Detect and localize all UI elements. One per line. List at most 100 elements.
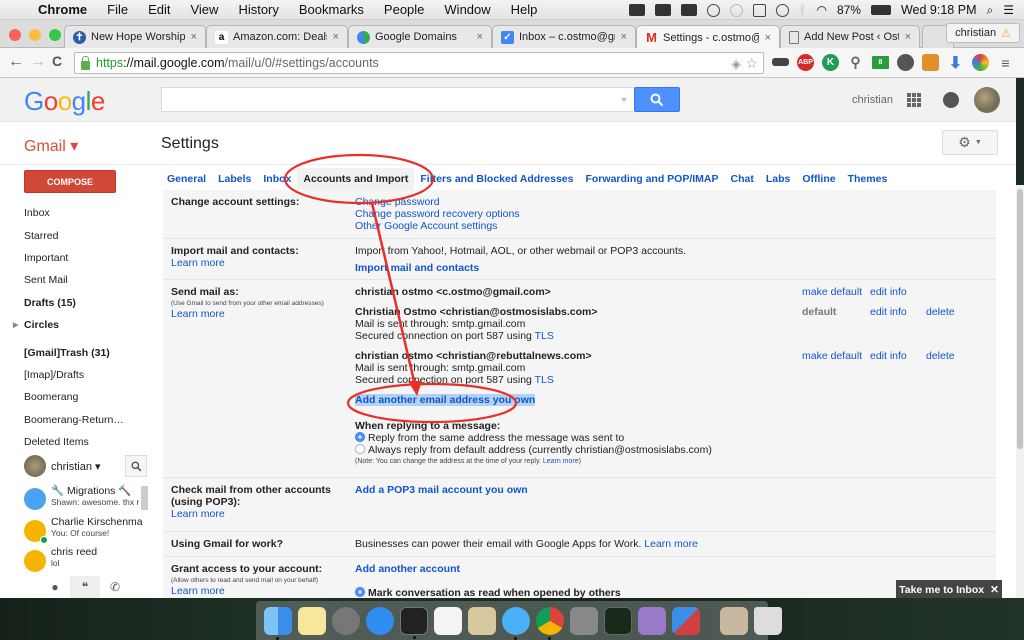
bike-ext-icon[interactable] (922, 54, 939, 71)
learn-more-link[interactable]: Learn more (171, 585, 351, 597)
settings-gear-button[interactable]: ⚙ ▼ (942, 130, 998, 155)
counter-ext-icon[interactable]: 8 (872, 56, 889, 69)
learn-more-link[interactable]: Learn more (171, 308, 351, 320)
hangouts-icon[interactable]: ❝ (70, 576, 100, 598)
zoom-window-button[interactable] (49, 29, 61, 41)
close-tab-icon[interactable]: × (621, 31, 627, 43)
display-status-icon[interactable] (681, 4, 698, 16)
radio-selected[interactable] (355, 432, 365, 442)
launchpad-icon[interactable] (332, 606, 360, 635)
finder-icon[interactable] (264, 606, 292, 640)
radio-selected[interactable] (355, 587, 365, 597)
minimize-window-button[interactable] (29, 29, 41, 41)
chat-search-button[interactable] (125, 455, 147, 477)
apps-grid-icon[interactable] (907, 93, 921, 107)
expand-arrow-icon[interactable]: ▶ (13, 321, 18, 329)
add-pop3-account-link[interactable]: Add a POP3 mail account you own (355, 484, 528, 496)
system-preferences-icon[interactable] (570, 606, 598, 635)
tab-forwarding[interactable]: Forwarding and POP/IMAP (579, 168, 724, 190)
trash-icon[interactable] (754, 606, 782, 635)
tab-accounts-and-import[interactable]: Accounts and Import (297, 168, 415, 190)
tab-offline[interactable]: Offline (796, 168, 841, 190)
sidebar-item-deleted-items[interactable]: Deleted Items (0, 431, 150, 453)
address-bar[interactable]: https ://mail.google.com /mail/u/0/#sett… (74, 52, 764, 74)
chrome-icon[interactable] (536, 606, 564, 640)
sidebar-item-circles[interactable]: ▶ Circles (0, 314, 150, 336)
learn-more-link[interactable]: Learn more (171, 257, 351, 269)
battery-icon[interactable] (870, 5, 891, 15)
sidebar-item-starred[interactable]: Starred (0, 224, 150, 246)
close-tab-icon[interactable]: × (191, 31, 197, 43)
google-logo[interactable]: Google (24, 86, 105, 117)
learn-more-link[interactable]: Learn more (543, 458, 579, 465)
chat-contact[interactable]: Charlie Kirschenma You: Of course! (24, 516, 143, 548)
mail-search-input[interactable] (161, 87, 636, 112)
forward-icon[interactable]: → (30, 53, 46, 71)
reply-option[interactable]: Reply from the same address the message … (355, 432, 985, 444)
reply-option[interactable]: Always reply from default address (curre… (355, 444, 985, 456)
tab-themes[interactable]: Themes (842, 168, 894, 190)
make-default-link[interactable]: make default (802, 286, 862, 298)
messages-icon[interactable] (502, 606, 530, 640)
sidebar-item-gmail-trash[interactable]: [Gmail]Trash (31) (0, 341, 150, 363)
delete-link[interactable]: delete (926, 306, 955, 318)
menu-file[interactable]: File (97, 2, 138, 17)
close-tab-icon[interactable]: × (905, 31, 911, 43)
tls-link[interactable]: TLS (535, 374, 554, 386)
browser-tab-active[interactable]: M Settings - c.ostmo@gma × (636, 25, 780, 49)
bluetooth-icon[interactable]: ᛒ (799, 3, 806, 17)
close-tab-icon[interactable]: × (765, 32, 771, 44)
learn-more-link[interactable]: Learn more (171, 508, 341, 520)
sidebar-item-boomerang-returned[interactable]: Boomerang-Return… (0, 409, 150, 431)
d-status-icon[interactable] (730, 3, 744, 17)
close-window-button[interactable] (9, 29, 21, 41)
page-scrollbar[interactable] (1016, 185, 1024, 598)
radio-unselected[interactable] (355, 444, 365, 454)
preview-icon[interactable] (468, 606, 496, 635)
back-icon[interactable]: ← (8, 53, 24, 71)
profile-button[interactable]: christian ⚠ (946, 23, 1020, 43)
menu-window[interactable]: Window (434, 2, 500, 17)
menu-help[interactable]: Help (501, 2, 548, 17)
grant-option[interactable]: Mark conversation as read when opened by… (355, 587, 985, 598)
make-default-link[interactable]: make default (802, 350, 862, 362)
edit-info-link[interactable]: edit info (870, 350, 907, 362)
import-mail-contacts-link[interactable]: Import mail and contacts (355, 262, 985, 274)
sidebar-item-boomerang[interactable]: Boomerang (0, 386, 150, 408)
hex-ext-icon[interactable] (897, 54, 914, 71)
other-google-account-settings-link[interactable]: Other Google Account settings (355, 220, 985, 232)
window-status-icon[interactable] (655, 4, 672, 16)
contacts-person-icon[interactable]: ● (40, 576, 70, 598)
tab-filters[interactable]: Filters and Blocked Addresses (414, 168, 579, 190)
learn-more-link[interactable]: Learn more (644, 538, 698, 550)
gmail-switcher[interactable]: Gmail ▾ (24, 136, 78, 156)
phone-icon[interactable]: ✆ (100, 576, 130, 598)
tab-inbox[interactable]: Inbox (257, 168, 297, 190)
edit-info-link[interactable]: edit info (870, 286, 907, 298)
menu-edit[interactable]: Edit (138, 2, 180, 17)
magnifier-ext-icon[interactable]: ⚲ (847, 54, 864, 71)
transmit-icon[interactable] (638, 606, 666, 635)
bookmark-star-icon[interactable]: ☆ (745, 55, 758, 72)
close-tab-icon[interactable]: × (333, 31, 339, 43)
browser-tab[interactable]: ✓ Inbox – c.ostmo@gmail.c × (492, 25, 636, 48)
notification-center-icon[interactable]: ☰ (1003, 3, 1014, 17)
account-avatar[interactable] (974, 87, 1000, 113)
search-options-dropdown-icon[interactable] (621, 98, 627, 102)
add-another-account-link[interactable]: Add another account (355, 563, 985, 575)
chat-contact[interactable]: 🔧 Migrations 🔨 Shawn: awesome. thx r (24, 484, 142, 516)
menu-view[interactable]: View (180, 2, 228, 17)
download-ext-icon[interactable]: ⬇ (947, 54, 964, 72)
chat-contact[interactable]: chris reed lol (24, 546, 142, 572)
menu-history[interactable]: History (228, 2, 288, 17)
spotlight-icon[interactable]: ⌕ (987, 3, 994, 18)
close-tab-icon[interactable]: × (477, 31, 483, 43)
menu-app-chrome[interactable]: Chrome (28, 2, 97, 17)
tab-general[interactable]: General (161, 168, 212, 190)
color-ext-icon[interactable] (972, 54, 989, 71)
edit-info-link[interactable]: edit info (870, 306, 907, 318)
clock[interactable]: Wed 9:18 PM (901, 3, 977, 17)
sidebar-item-inbox[interactable]: Inbox (0, 202, 150, 224)
notifications-bell-icon[interactable] (943, 92, 959, 108)
app-store-icon[interactable] (366, 606, 394, 635)
